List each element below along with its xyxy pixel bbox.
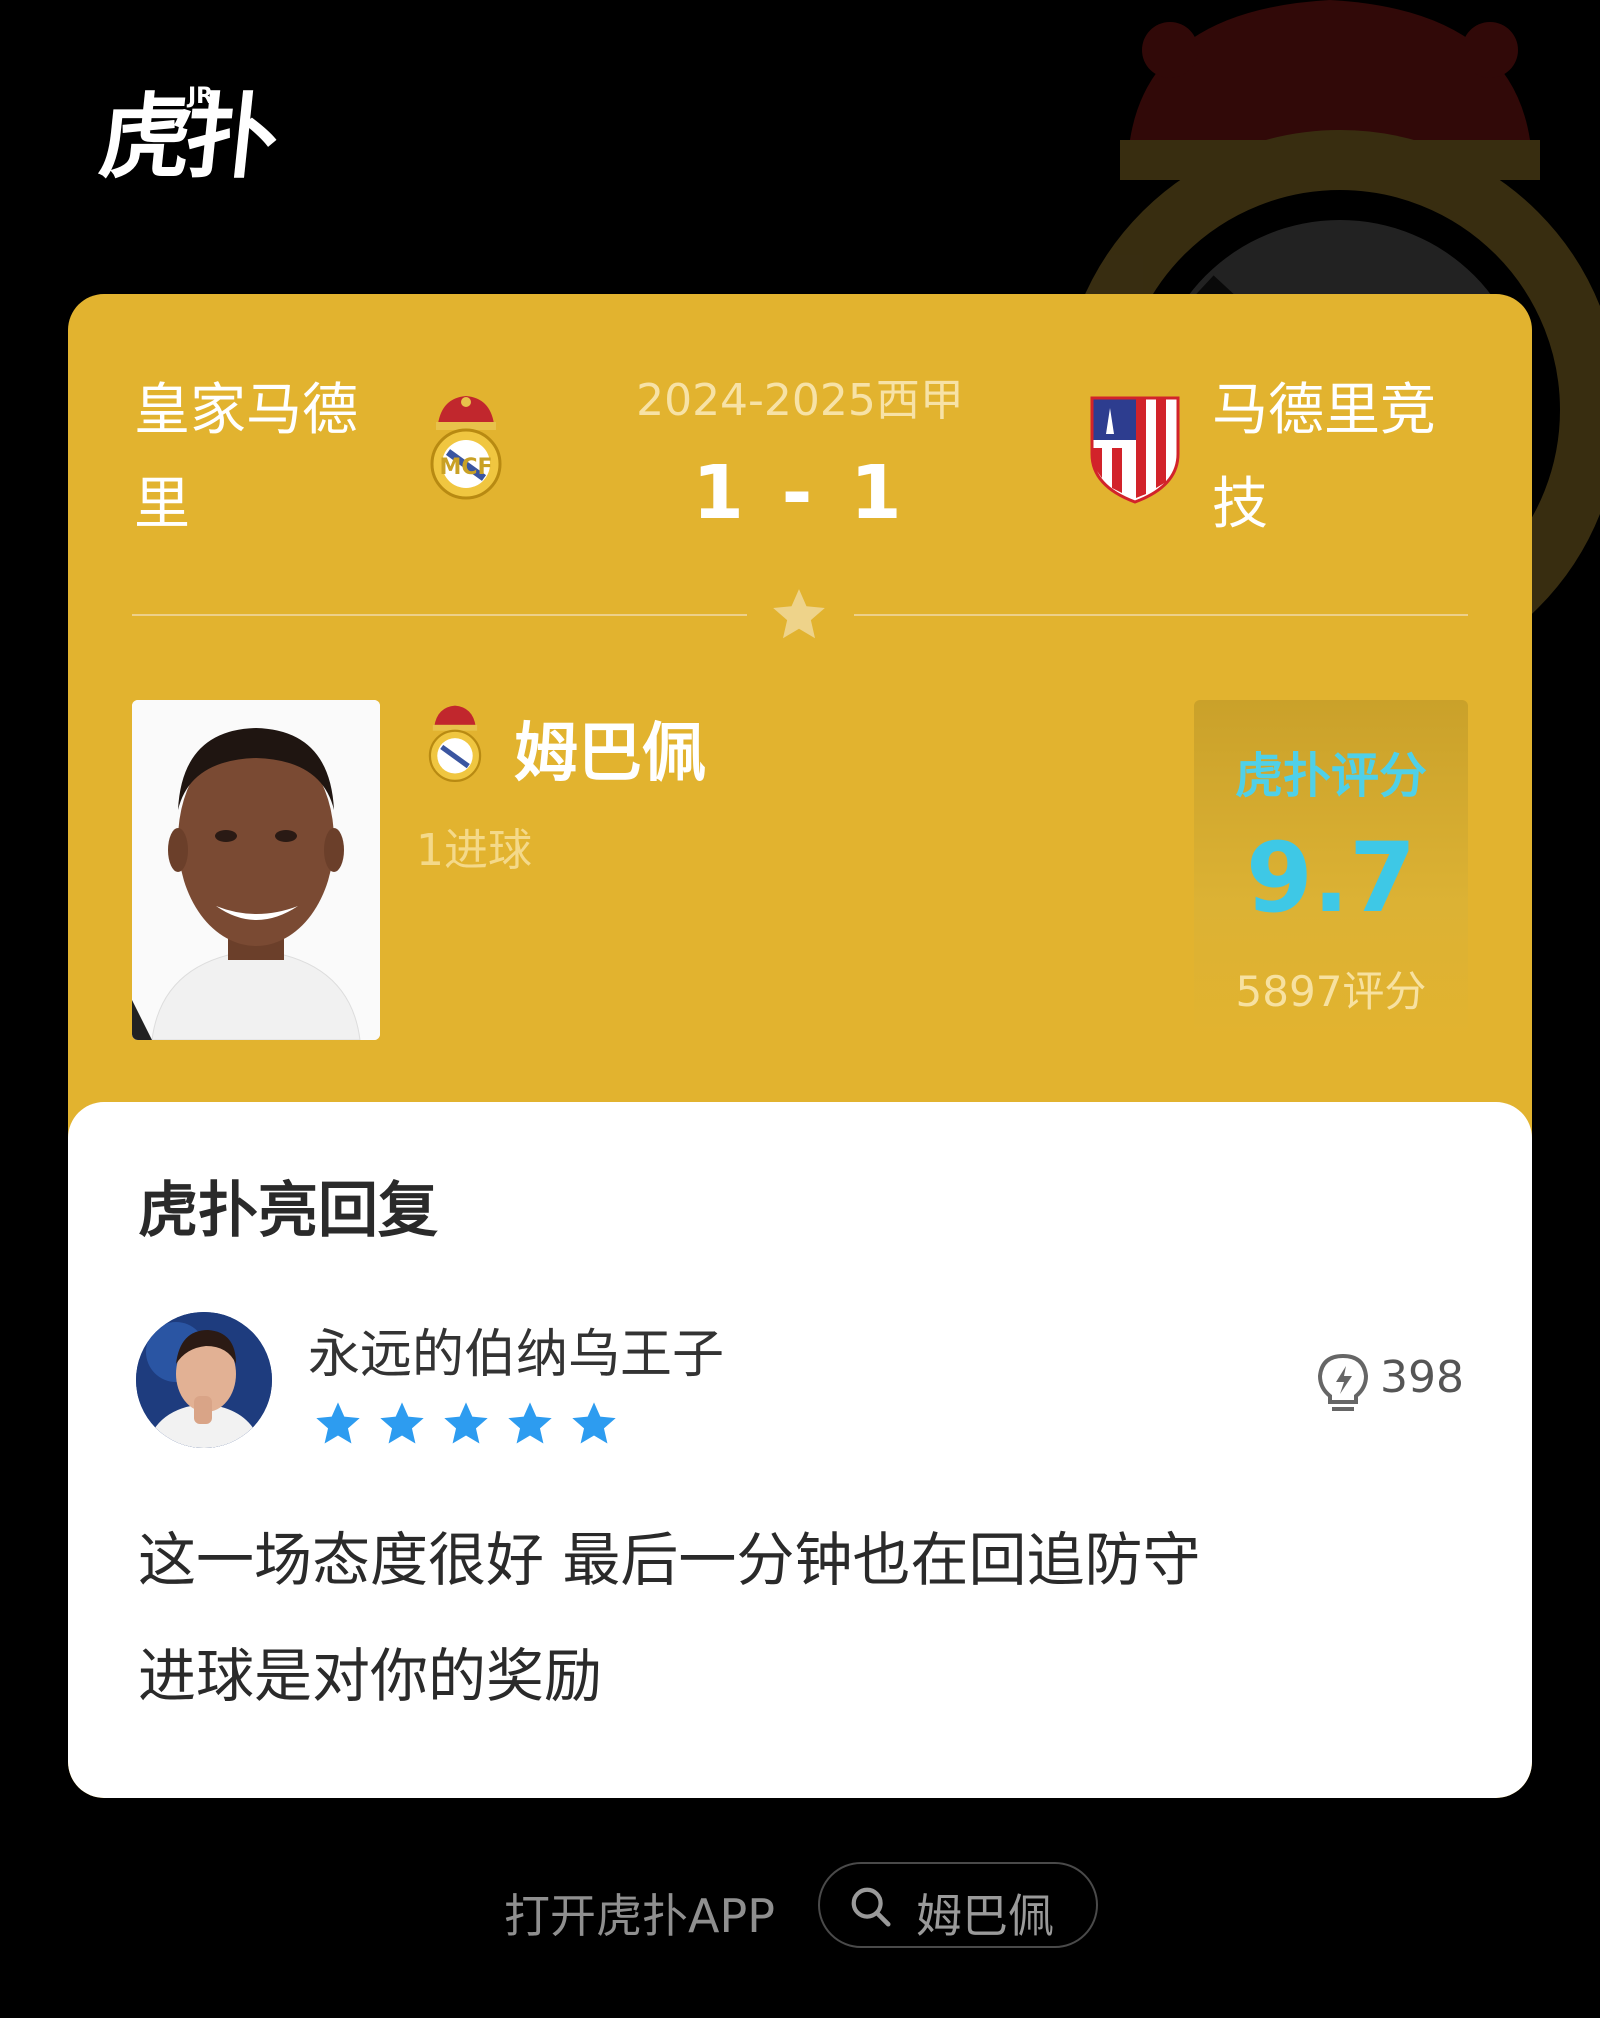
search-query: 姆巴佩 [916,1889,1054,1943]
match-rating-card: 皇家马德里 MCF 2024-2025西甲 1 - 1 马德里竞技 姆巴佩 1进… [68,294,1532,1798]
highlighted-reply-panel: 虎扑亮回复 永远的伯纳乌王子 398 这一场态度很好 最后一分钟也在回追防守 进… [68,1102,1532,1798]
reply-user-name[interactable]: 永远的伯纳乌王子 [308,1312,724,1387]
footer: 打开虎扑APP 姆巴佩 [0,1862,1600,1950]
rating-count: 5897评分 [1235,967,1427,1016]
star-icon [508,1402,552,1444]
star-icon [773,589,825,639]
divider-left [132,614,747,616]
atletico-madrid-badge-icon [1090,396,1180,504]
logo-jr: JR [188,84,214,109]
like-count: 398 [1380,1352,1464,1403]
star-icon [380,1402,424,1444]
reply-section-title: 虎扑亮回复 [138,1176,438,1246]
player-name: 姆巴佩 [514,717,706,791]
search-pill[interactable]: 姆巴佩 [818,1862,1098,1948]
hupu-logo: 虎扑 JR [94,84,277,191]
rating-brand: 虎扑评分 [1234,748,1427,804]
player-team-badge-icon [428,705,482,783]
reply-content: 这一场态度很好 最后一分钟也在回追防守 进球是对你的奖励 [138,1502,1468,1734]
reply-line-2: 进球是对你的奖励 [138,1642,603,1710]
star-icon [316,1402,360,1444]
player-stat: 1进球 [416,825,532,876]
user-rating-stars [312,1398,620,1450]
divider-right [854,614,1468,616]
rating-box[interactable]: 虎扑评分 9.7 5897评分 [1194,700,1468,1040]
rating-score: 9.7 [1245,822,1417,934]
logo-text: 虎扑 [94,84,278,191]
reply-line-1: 这一场态度很好 最后一分钟也在回追防守 [138,1526,1201,1594]
lightbulb-like-icon[interactable] [1314,1352,1372,1416]
avatar[interactable] [136,1312,272,1448]
open-app-link[interactable]: 打开虎扑APP [504,1880,775,1946]
star-icon [572,1402,616,1444]
player-photo[interactable] [132,700,380,1040]
search-icon [851,1887,891,1927]
star-icon [444,1402,488,1444]
away-team-name: 马德里竞技 [1212,378,1436,537]
